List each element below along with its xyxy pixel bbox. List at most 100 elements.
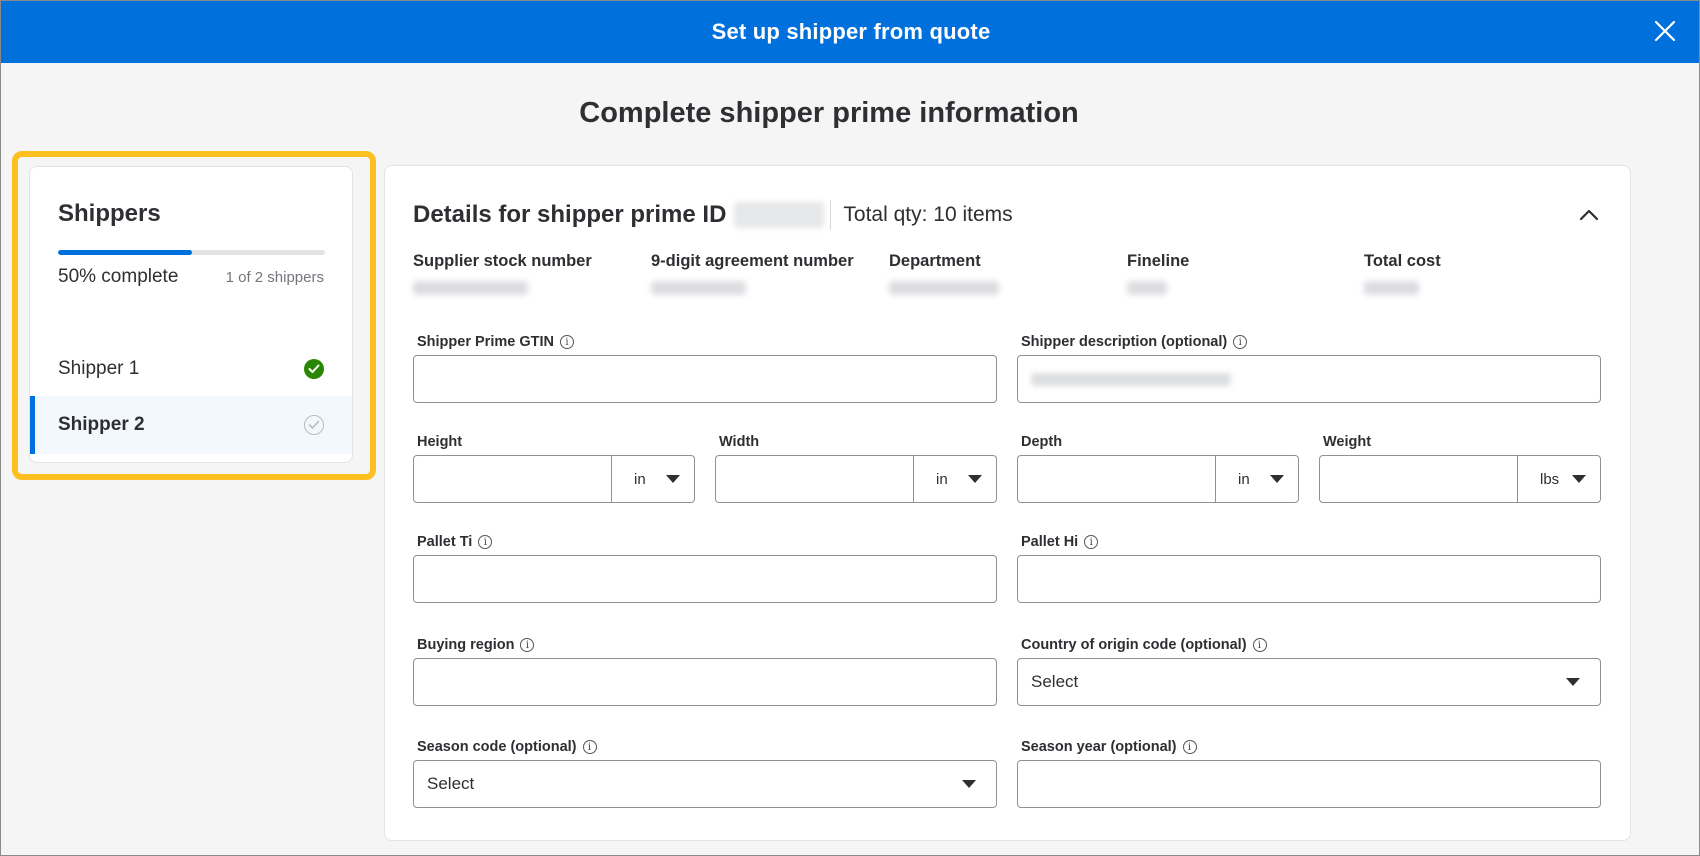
card-header: Details for shipper prime ID Total qty: … xyxy=(413,198,1013,232)
meta-label: Fineline xyxy=(1127,252,1190,270)
shippers-sidebar: Shippers 50% complete 1 of 2 shippers Sh… xyxy=(29,166,353,463)
info-icon[interactable]: i xyxy=(1233,335,1248,349)
info-icon[interactable]: i xyxy=(582,740,597,754)
meta-fineline: Fineline xyxy=(1127,252,1189,295)
collapse-button[interactable] xyxy=(1576,202,1602,228)
caret-down-icon xyxy=(962,780,976,788)
sidebar-item-shipper-2[interactable]: Shipper 2 xyxy=(30,396,352,454)
header-divider xyxy=(830,200,832,230)
height-unit-select[interactable]: in xyxy=(612,456,694,502)
caret-down-icon xyxy=(1566,678,1580,686)
meta-agreement-number: 9-digit agreement number xyxy=(651,252,854,295)
weight-unit-select[interactable]: lbs xyxy=(1518,456,1600,502)
meta-label: 9-digit agreement number xyxy=(651,252,854,270)
description-label-text: Shipper description (optional) xyxy=(1021,334,1228,350)
height-input[interactable] xyxy=(414,456,612,502)
season-code-label: Season code (optional) i xyxy=(417,739,597,755)
meta-label: Total cost xyxy=(1364,252,1441,270)
width-label-text: Width xyxy=(719,434,760,450)
caret-down-icon xyxy=(666,475,680,483)
redacted-description xyxy=(1031,372,1231,386)
depth-field: in xyxy=(1017,455,1299,503)
page-title: Complete shipper prime information xyxy=(579,97,1079,129)
pallet-hi-label-text: Pallet Hi xyxy=(1021,534,1079,550)
meta-label: Department xyxy=(889,252,981,270)
caret-down-icon xyxy=(1572,475,1586,483)
weight-input[interactable] xyxy=(1320,456,1518,502)
modal-title: Set up shipper from quote xyxy=(711,19,991,44)
country-select[interactable]: Select xyxy=(1017,658,1601,706)
depth-input[interactable] xyxy=(1018,456,1216,502)
country-select-value: Select xyxy=(1031,672,1079,691)
gtin-label: Shipper Prime GTIN i xyxy=(417,334,574,350)
info-icon[interactable]: i xyxy=(520,638,535,652)
progress-bar-fill xyxy=(58,250,192,255)
depth-unit-value: in xyxy=(1238,470,1250,488)
width-input[interactable] xyxy=(716,456,914,502)
pallet-hi-input[interactable] xyxy=(1017,555,1601,603)
check-circle-outline-icon xyxy=(304,415,324,435)
pallet-ti-label: Pallet Ti i xyxy=(417,534,493,550)
depth-label: Depth xyxy=(1021,434,1062,450)
buying-region-label: Buying region i xyxy=(417,637,535,653)
buying-region-label-text: Buying region xyxy=(417,637,515,653)
progress-bar xyxy=(58,250,325,255)
depth-label-text: Depth xyxy=(1021,434,1063,450)
buying-region-input[interactable] xyxy=(413,658,997,706)
caret-down-icon xyxy=(968,475,982,483)
modal-window: Set up shipper from quote Complete shipp… xyxy=(0,0,1700,856)
caret-down-icon xyxy=(1270,475,1284,483)
width-unit-value: in xyxy=(936,470,948,488)
redacted-value xyxy=(1364,281,1419,295)
height-field: in xyxy=(413,455,695,503)
sidebar-item-label: Shipper 1 xyxy=(58,358,140,379)
close-button[interactable] xyxy=(1647,13,1683,49)
pallet-ti-label-text: Pallet Ti xyxy=(417,534,473,550)
season-code-select-value: Select xyxy=(427,774,475,793)
description-input[interactable] xyxy=(1017,355,1601,403)
season-year-label: Season year (optional) i xyxy=(1021,739,1197,755)
width-label: Width xyxy=(719,434,759,450)
redacted-value xyxy=(1127,281,1167,295)
shipper-details-card: Details for shipper prime ID Total qty: … xyxy=(384,165,1631,841)
info-icon[interactable]: i xyxy=(478,535,493,549)
country-label: Country of origin code (optional) i xyxy=(1021,637,1267,653)
gtin-input[interactable] xyxy=(413,355,997,403)
details-heading: Details for shipper prime ID xyxy=(413,201,727,228)
meta-supplier-stock: Supplier stock number xyxy=(413,252,592,295)
redacted-value xyxy=(889,281,999,295)
info-icon[interactable]: i xyxy=(1252,638,1267,652)
season-code-label-text: Season code (optional) xyxy=(417,739,577,755)
meta-label: Supplier stock number xyxy=(413,252,592,270)
season-year-label-text: Season year (optional) xyxy=(1021,739,1177,755)
season-code-select[interactable]: Select xyxy=(413,760,997,808)
width-unit-select[interactable]: in xyxy=(914,456,996,502)
height-label-text: Height xyxy=(417,434,463,450)
depth-unit-select[interactable]: in xyxy=(1216,456,1298,502)
info-icon[interactable]: i xyxy=(559,335,574,349)
redacted-value xyxy=(413,281,528,295)
redacted-value xyxy=(651,281,746,295)
modal-header: Set up shipper from quote xyxy=(1,1,1699,63)
country-label-text: Country of origin code (optional) xyxy=(1021,637,1247,653)
description-label: Shipper description (optional) i xyxy=(1021,334,1248,350)
info-icon[interactable]: i xyxy=(1084,535,1099,549)
weight-unit-value: lbs xyxy=(1540,470,1560,488)
check-circle-filled-icon xyxy=(304,359,324,379)
weight-label-text: Weight xyxy=(1323,434,1372,450)
pallet-hi-label: Pallet Hi i xyxy=(1021,534,1099,550)
season-year-input[interactable] xyxy=(1017,760,1601,808)
weight-label: Weight xyxy=(1323,434,1371,450)
shipper-count: 1 of 2 shippers xyxy=(225,269,324,286)
chevron-up-icon xyxy=(1579,209,1599,221)
meta-department: Department xyxy=(889,252,999,295)
meta-total-cost: Total cost xyxy=(1364,252,1441,295)
sidebar-title: Shippers xyxy=(58,200,161,227)
info-icon[interactable]: i xyxy=(1182,740,1197,754)
gtin-label-text: Shipper Prime GTIN xyxy=(417,334,554,350)
width-field: in xyxy=(715,455,997,503)
pallet-ti-input[interactable] xyxy=(413,555,997,603)
total-qty: Total qty: 10 items xyxy=(843,203,1013,226)
progress-text: 50% complete xyxy=(58,266,179,287)
sidebar-item-shipper-1[interactable]: Shipper 1 xyxy=(30,340,352,398)
